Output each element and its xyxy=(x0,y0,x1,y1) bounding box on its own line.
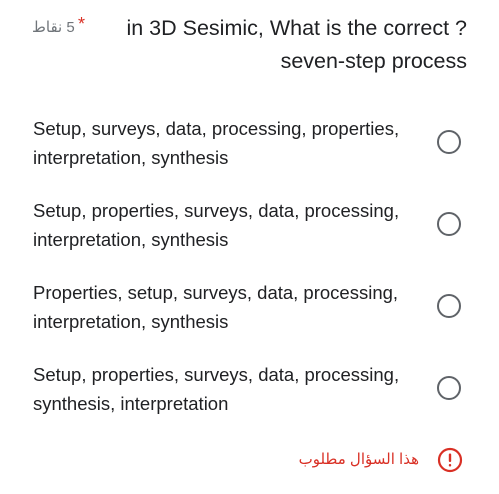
option-1[interactable]: Setup, surveys, data, processing, proper… xyxy=(0,112,499,194)
required-asterisk: * xyxy=(78,14,86,34)
options-list: Setup, surveys, data, processing, proper… xyxy=(0,112,499,440)
question-card: 5 نقاط * in 3D Sesimic, What is the corr… xyxy=(0,0,499,494)
points-label: 5 نقاط xyxy=(32,19,75,36)
error-icon xyxy=(437,447,463,473)
radio-button[interactable] xyxy=(437,212,461,236)
option-4[interactable]: Setup, properties, surveys, data, proces… xyxy=(0,358,499,440)
question-header: 5 نقاط * in 3D Sesimic, What is the corr… xyxy=(0,8,499,78)
option-2[interactable]: Setup, properties, surveys, data, proces… xyxy=(0,194,499,276)
option-label: Setup, properties, surveys, data, proces… xyxy=(33,200,400,250)
question-title: in 3D Sesimic, What is the correct ?seve… xyxy=(126,16,467,73)
option-label: Setup, surveys, data, processing, proper… xyxy=(33,118,400,168)
radio-button[interactable] xyxy=(437,130,461,154)
option-label: Setup, properties, surveys, data, proces… xyxy=(33,364,400,414)
option-3[interactable]: Properties, setup, surveys, data, proces… xyxy=(0,276,499,358)
option-label: Properties, setup, surveys, data, proces… xyxy=(33,282,399,332)
validation-error: هذا السؤال مطلوب xyxy=(0,444,499,478)
radio-button[interactable] xyxy=(437,294,461,318)
error-message: هذا السؤال مطلوب xyxy=(298,451,419,468)
radio-button[interactable] xyxy=(437,376,461,400)
